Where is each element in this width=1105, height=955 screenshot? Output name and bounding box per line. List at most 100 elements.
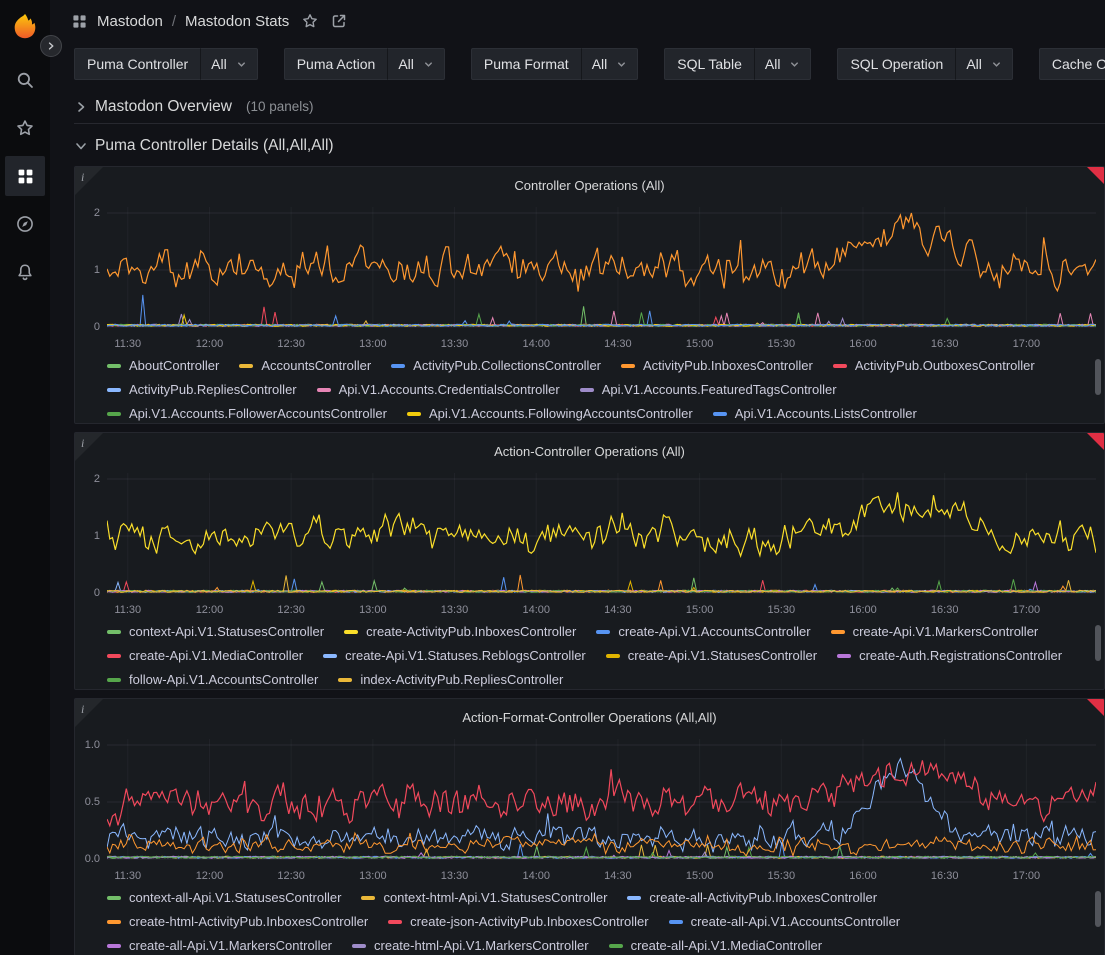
legend-item[interactable]: create-all-Api.V1.AccountsController [669,914,901,929]
legend-item[interactable]: create-Api.V1.StatusesController [606,648,817,663]
row-mastodon-overview[interactable]: Mastodon Overview (10 panels) [74,90,1105,124]
panel-info-corner[interactable] [75,167,103,195]
legend-item[interactable]: create-all-ActivityPub.InboxesController [627,890,877,905]
panel-title[interactable]: Action-Format-Controller Operations (All… [83,705,1096,735]
series-label: AccountsController [261,358,371,373]
variable-label[interactable]: Puma Action [284,48,388,80]
chevron-down-icon [789,59,800,70]
variable-label[interactable]: Puma Controller [74,48,200,80]
sidebar-item-dashboards[interactable] [5,156,45,196]
legend-item[interactable]: create-Api.V1.MarkersController [831,624,1039,639]
legend-item[interactable]: ActivityPub.OutboxesController [833,358,1035,373]
x-tick-label: 17:00 [1013,870,1041,882]
x-tick-label: 13:30 [441,870,469,882]
info-icon[interactable]: i [81,170,84,185]
legend-item[interactable]: Api.V1.Accounts.FollowerAccountsControll… [107,406,387,421]
panel-title[interactable]: Action-Controller Operations (All) [83,439,1096,469]
panel-error-corner-icon[interactable] [1087,433,1104,450]
legend-item[interactable]: create-Api.V1.MediaController [107,648,303,663]
compass-icon [16,215,34,233]
timeseries-canvas[interactable] [107,469,1096,601]
legend-item[interactable]: context-all-Api.V1.StatusesController [107,890,341,905]
info-icon[interactable]: i [81,436,84,451]
y-tick-label: 1 [94,530,100,542]
legend-item[interactable]: create-Api.V1.Statuses.ReblogsController [323,648,586,663]
series-line [107,307,1096,327]
legend-item[interactable]: context-html-Api.V1.StatusesController [361,890,607,905]
variable-value-dropdown[interactable]: All [955,48,1013,80]
legend-item[interactable]: create-html-ActivityPub.InboxesControlle… [107,914,368,929]
panel-error-corner-icon[interactable] [1087,167,1104,184]
legend-item[interactable]: index-ActivityPub.RepliesController [338,672,563,687]
panel-info-corner[interactable] [75,433,103,461]
share-dashboard-button[interactable] [331,13,347,29]
sidebar-item-starred[interactable] [5,108,45,148]
legend-item[interactable]: create-ActivityPub.InboxesController [344,624,576,639]
plot-area: 0.00.51.0 [83,735,1096,867]
series-label: ActivityPub.CollectionsController [413,358,601,373]
timeseries-canvas[interactable] [107,203,1096,335]
legend-item[interactable]: follow-Api.V1.AccountsController [107,672,318,687]
panel-title[interactable]: Controller Operations (All) [83,173,1096,203]
sidebar-item-explore[interactable] [5,204,45,244]
legend-item[interactable]: create-html-Api.V1.MarkersController [352,938,589,953]
grafana-logo[interactable] [9,10,41,42]
timeseries-canvas[interactable] [107,735,1096,867]
series-color-swatch [837,654,851,658]
legend-item[interactable]: Api.V1.Accounts.CredentialsController [317,382,560,397]
variable-selected-value: All [398,56,414,72]
panel-error-corner-icon[interactable] [1087,699,1104,716]
series-color-swatch [606,654,620,658]
sidebar-expand-toggle[interactable] [40,35,62,57]
variable-label[interactable]: SQL Table [664,48,754,80]
variable-label[interactable]: SQL Operation [837,48,955,80]
legend-scrollbar[interactable] [1095,359,1101,395]
timeseries-plot[interactable] [107,469,1096,601]
series-label: index-ActivityPub.RepliesController [360,672,563,687]
sidebar-item-search[interactable] [5,60,45,100]
panel-info-corner[interactable] [75,699,103,727]
timeseries-plot[interactable] [107,735,1096,867]
series-label: Api.V1.Accounts.FollowerAccountsControll… [129,406,387,421]
legend-item[interactable]: context-Api.V1.StatusesController [107,624,324,639]
legend-item[interactable]: create-Auth.RegistrationsController [837,648,1062,663]
dashboard-main: Mastodon / Mastodon Stats Puma Controlle… [50,0,1105,955]
legend-scrollbar[interactable] [1095,625,1101,661]
legend-item[interactable]: Api.V1.Accounts.FollowingAccountsControl… [407,406,693,421]
x-tick-label: 16:00 [849,604,877,616]
info-icon[interactable]: i [81,702,84,717]
timeseries-plot[interactable] [107,203,1096,335]
x-tick-label: 11:30 [114,870,141,882]
legend-item[interactable]: create-all-Api.V1.MediaController [609,938,822,953]
variable-value-dropdown[interactable]: All [754,48,812,80]
legend-item[interactable]: AccountsController [239,358,371,373]
star-dashboard-button[interactable] [302,13,318,29]
legend-item[interactable]: create-json-ActivityPub.InboxesControlle… [388,914,648,929]
legend-item[interactable]: Api.V1.Accounts.ListsController [713,406,917,421]
variable-label[interactable]: Puma Format [471,48,581,80]
apps-icon [17,168,34,185]
share-icon [331,13,347,29]
legend-item[interactable]: ActivityPub.InboxesController [621,358,813,373]
variable-value-dropdown[interactable]: All [200,48,258,80]
row-puma-controller-details[interactable]: Puma Controller Details (All,All,All) [74,130,1105,162]
legend-item[interactable]: Api.V1.Accounts.FeaturedTagsController [580,382,837,397]
legend-scrollbar[interactable] [1095,891,1101,927]
x-tick-label: 13:30 [441,604,469,616]
series-label: follow-Api.V1.AccountsController [129,672,318,687]
breadcrumb-current-dashboard[interactable]: Mastodon Stats [185,13,289,30]
legend-item[interactable]: ActivityPub.RepliesController [107,382,297,397]
series-color-swatch [107,630,121,634]
variable-value-dropdown[interactable]: All [581,48,639,80]
breadcrumb-folder-link[interactable]: Mastodon [97,13,163,30]
variable-label[interactable]: Cache Operation [1039,48,1105,80]
legend-item[interactable]: create-all-Api.V1.MarkersController [107,938,332,953]
variable-value-dropdown[interactable]: All [387,48,445,80]
legend-item[interactable]: AboutController [107,358,219,373]
panel-action-controller-operations: i Action-Controller Operations (All) 012… [74,432,1105,690]
legend-item[interactable]: ActivityPub.CollectionsController [391,358,601,373]
legend: AboutController AccountsController Activit… [107,358,1082,421]
legend-item[interactable]: create-Api.V1.AccountsController [596,624,810,639]
legend: context-all-Api.V1.StatusesController con… [107,890,1082,953]
sidebar-item-alerting[interactable] [5,252,45,292]
